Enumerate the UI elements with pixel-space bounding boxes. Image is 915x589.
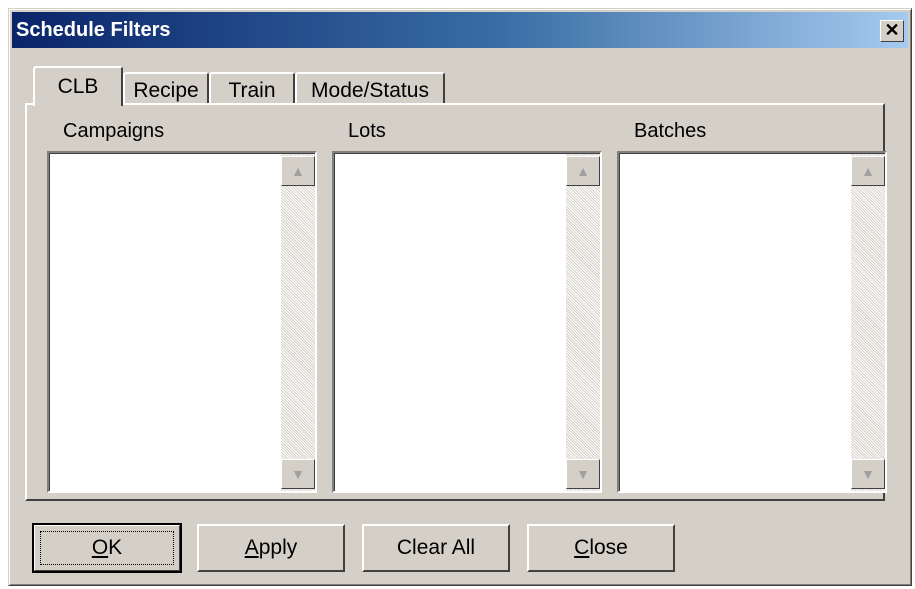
focus-rectangle bbox=[40, 531, 174, 565]
listbox-area: ▲ ▼ bbox=[49, 153, 315, 491]
tab-clb[interactable]: CLB bbox=[33, 66, 123, 106]
apply-label-rest: pply bbox=[258, 536, 298, 559]
close-icon: ✕ bbox=[884, 20, 900, 40]
tab-label: Mode/Status bbox=[311, 79, 429, 102]
tab-label: Train bbox=[228, 79, 276, 102]
scroll-down-arrow-icon[interactable]: ▼ bbox=[851, 459, 885, 489]
lots-listbox[interactable]: ▲ ▼ bbox=[332, 151, 602, 493]
campaigns-label: Campaigns bbox=[63, 120, 165, 142]
scroll-down-arrow-icon[interactable]: ▼ bbox=[281, 459, 315, 489]
apply-button[interactable]: Apply bbox=[197, 524, 345, 572]
close-mnemonic: C bbox=[574, 536, 590, 559]
title-bar[interactable]: Schedule Filters ✕ bbox=[12, 12, 908, 48]
batches-label: Batches bbox=[634, 120, 707, 142]
lots-label: Lots bbox=[348, 120, 386, 142]
tab-recipe[interactable]: Recipe bbox=[123, 72, 209, 106]
tab-train[interactable]: Train bbox=[209, 72, 295, 106]
batches-listbox[interactable]: ▲ ▼ bbox=[617, 151, 887, 493]
vertical-scrollbar[interactable]: ▲ ▼ bbox=[281, 154, 315, 491]
active-tab-join bbox=[35, 102, 121, 106]
close-window-button[interactable]: ✕ bbox=[880, 20, 904, 42]
vertical-scrollbar[interactable]: ▲ ▼ bbox=[851, 154, 885, 491]
vertical-scrollbar[interactable]: ▲ ▼ bbox=[566, 154, 600, 491]
window-title: Schedule Filters bbox=[16, 19, 171, 41]
tab-mode-status[interactable]: Mode/Status bbox=[295, 72, 445, 106]
campaigns-listbox[interactable]: ▲ ▼ bbox=[47, 151, 317, 493]
listbox-area: ▲ ▼ bbox=[334, 153, 600, 491]
clear-all-label: Clear All bbox=[396, 536, 476, 559]
scroll-up-arrow-icon[interactable]: ▲ bbox=[281, 156, 315, 186]
scroll-up-arrow-icon[interactable]: ▲ bbox=[851, 156, 885, 186]
tab-label: Recipe bbox=[133, 79, 199, 102]
ok-button[interactable]: OK bbox=[32, 523, 182, 573]
apply-mnemonic: A bbox=[244, 536, 259, 559]
close-label-rest: lose bbox=[589, 536, 628, 559]
listbox-area: ▲ ▼ bbox=[619, 153, 885, 491]
tab-label: CLB bbox=[57, 75, 99, 98]
scroll-down-arrow-icon[interactable]: ▼ bbox=[566, 459, 600, 489]
close-button[interactable]: Close bbox=[527, 524, 675, 572]
clear-all-button[interactable]: Clear All bbox=[362, 524, 510, 572]
scroll-up-arrow-icon[interactable]: ▲ bbox=[566, 156, 600, 186]
